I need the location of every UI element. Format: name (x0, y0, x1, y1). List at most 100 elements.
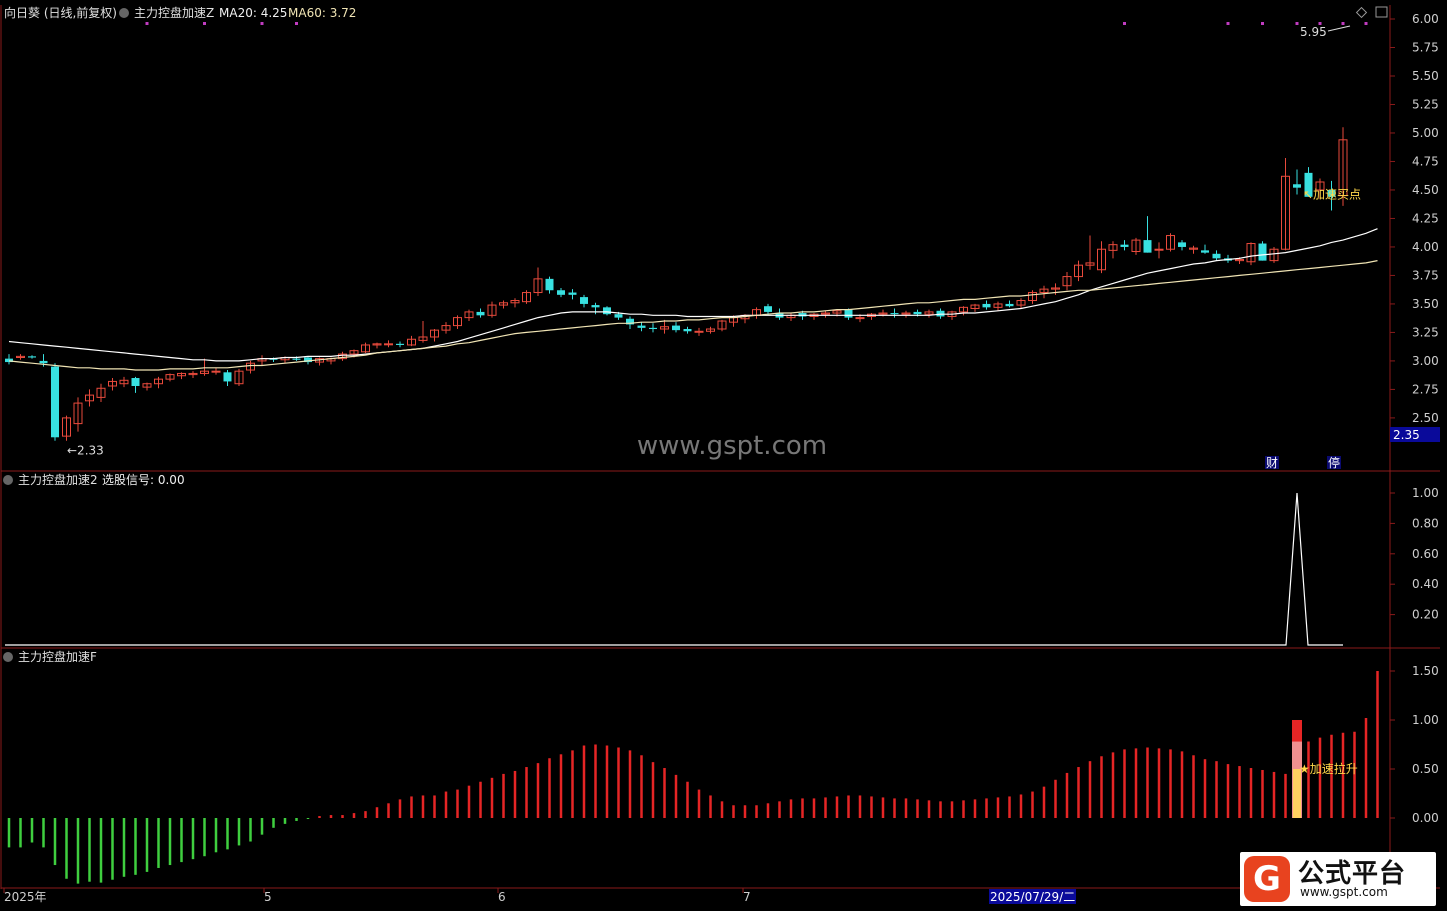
signal-value-label: 选股信号: 0.00 (102, 473, 185, 487)
candle-body-down (1005, 303, 1014, 307)
collapse-icon[interactable] (119, 8, 129, 18)
x-tick-label: 6 (498, 890, 506, 904)
candle-body-down (982, 303, 991, 308)
x-tick-label: 2025年 (4, 890, 47, 904)
signal-tick-label: 0.40 (1412, 577, 1439, 591)
signal-dot (1318, 22, 1322, 25)
stock-title: 向日葵 (日线,前复权) (4, 5, 117, 20)
ma20-label: MA20: 4.25 (219, 6, 287, 20)
candle-body-up (694, 330, 704, 333)
signal-dot (145, 22, 149, 25)
candle-body-down (1178, 242, 1186, 247)
candle-body-down (1201, 250, 1209, 253)
buy-point-label: ↖加速买点 (1303, 188, 1361, 202)
accel-rise-label: ★加速拉升 (1299, 761, 1358, 776)
candle-body-down (1293, 184, 1301, 188)
x-tick-label: 7 (743, 890, 751, 904)
candle-body-down (649, 327, 657, 330)
watermark: www.gspt.com (637, 431, 827, 461)
price-tick-label: 3.25 (1412, 325, 1439, 339)
signal-tick-label: 0.60 (1412, 547, 1439, 561)
accel-tick-label: 1.50 (1412, 664, 1439, 678)
price-tick-label: 6.00 (1412, 12, 1439, 26)
low-price-label: ←2.33 (67, 444, 104, 458)
candle-body-up (211, 370, 221, 373)
x-tick-label: 5 (264, 890, 272, 904)
price-tick-label: 3.50 (1412, 297, 1439, 311)
candle-body-down (913, 311, 922, 315)
candle-body-down (292, 358, 301, 360)
signal-dot (203, 22, 206, 25)
signal-dot (1226, 22, 1230, 25)
ma60-label: MA60: 3.72 (288, 6, 356, 20)
price-tick-label: 5.50 (1412, 69, 1439, 83)
signal-panel-title: 主力控盘加速2 (18, 472, 98, 487)
price-tick-label: 3.00 (1412, 354, 1439, 368)
candle-body-down (396, 343, 404, 345)
accel-panel-title: 主力控盘加速F (18, 649, 97, 664)
current-price-label: 2.35 (1393, 428, 1420, 442)
accel-tick-label: 0.00 (1412, 811, 1439, 825)
candle-body-down (476, 311, 485, 316)
high-price-label: 5.95 (1300, 25, 1327, 39)
signal-dot (1341, 22, 1345, 25)
candle-body-down (683, 329, 692, 332)
price-tick-label: 4.50 (1412, 183, 1439, 197)
stock-chart[interactable]: 2.50 2.75 3.00 3.25 3.50 3.75 4.00 4.25 4.50 4.75… (0, 0, 1447, 911)
tag-ting: 停 (1328, 455, 1340, 470)
signal-tick-label: 1.00 (1412, 486, 1439, 500)
date-cursor-label: 2025/07/29/二 (990, 890, 1075, 904)
candle-body-up (384, 343, 393, 346)
tag-cai: 财 (1266, 456, 1278, 470)
candle-body-down (1258, 243, 1267, 261)
signal-dot (1261, 22, 1264, 25)
candle-body-down (1120, 244, 1129, 247)
signal-dot (295, 22, 298, 25)
highlight-bar-core (1293, 769, 1301, 818)
accel-tick-label: 0.50 (1412, 762, 1439, 776)
candle-body-down (844, 309, 853, 318)
price-tick-label: 3.75 (1412, 268, 1439, 282)
price-tick-label: 4.00 (1412, 240, 1439, 254)
candle-body-down (557, 290, 565, 295)
candle-body-down (568, 292, 577, 295)
candle-body-down (637, 325, 646, 328)
candle-body-down (672, 325, 680, 331)
signal-dot (1364, 22, 1368, 25)
signal-tick-label: 0.20 (1412, 608, 1439, 622)
signal-dot (1295, 22, 1299, 25)
candle-body-down (51, 366, 59, 438)
signal-dot (260, 22, 264, 25)
candle-body-up (855, 317, 865, 320)
candle-body-down (580, 297, 588, 304)
signal-dot (1123, 22, 1126, 25)
candle-body-down (1212, 253, 1221, 259)
signal-tick-label: 0.80 (1412, 516, 1439, 530)
candle-body-down (39, 360, 48, 364)
logo-mark: G (1244, 856, 1290, 902)
candle-body-down (890, 313, 899, 315)
candle-body-down (614, 314, 623, 318)
price-tick-label: 4.75 (1412, 154, 1439, 168)
price-tick-label: 5.25 (1412, 97, 1439, 111)
candle-body-down (28, 356, 36, 358)
gspt-logo: G 公式平台 www.gspt.com (1240, 852, 1436, 906)
price-tick-label: 5.75 (1412, 40, 1439, 54)
collapse-icon[interactable] (3, 652, 13, 662)
collapse-icon[interactable] (3, 475, 13, 485)
candle-body-down (223, 372, 232, 382)
candle-body-down (764, 306, 772, 312)
candle-body-down (603, 307, 611, 315)
candle-body-down (1143, 240, 1152, 253)
price-tick-label: 5.00 (1412, 126, 1439, 140)
candle-body-up (1154, 248, 1164, 251)
candle-body-down (545, 278, 554, 291)
candle-body-down (591, 305, 600, 308)
price-tick-label: 4.25 (1412, 211, 1439, 225)
candle-body-down (131, 378, 140, 386)
price-tick-label: 2.50 (1412, 411, 1439, 425)
price-tick-label: 2.75 (1412, 382, 1439, 396)
accel-tick-label: 1.00 (1412, 713, 1439, 727)
logo-url: www.gspt.com (1300, 885, 1388, 899)
indicator-name: 主力控盘加速Z (134, 5, 214, 20)
